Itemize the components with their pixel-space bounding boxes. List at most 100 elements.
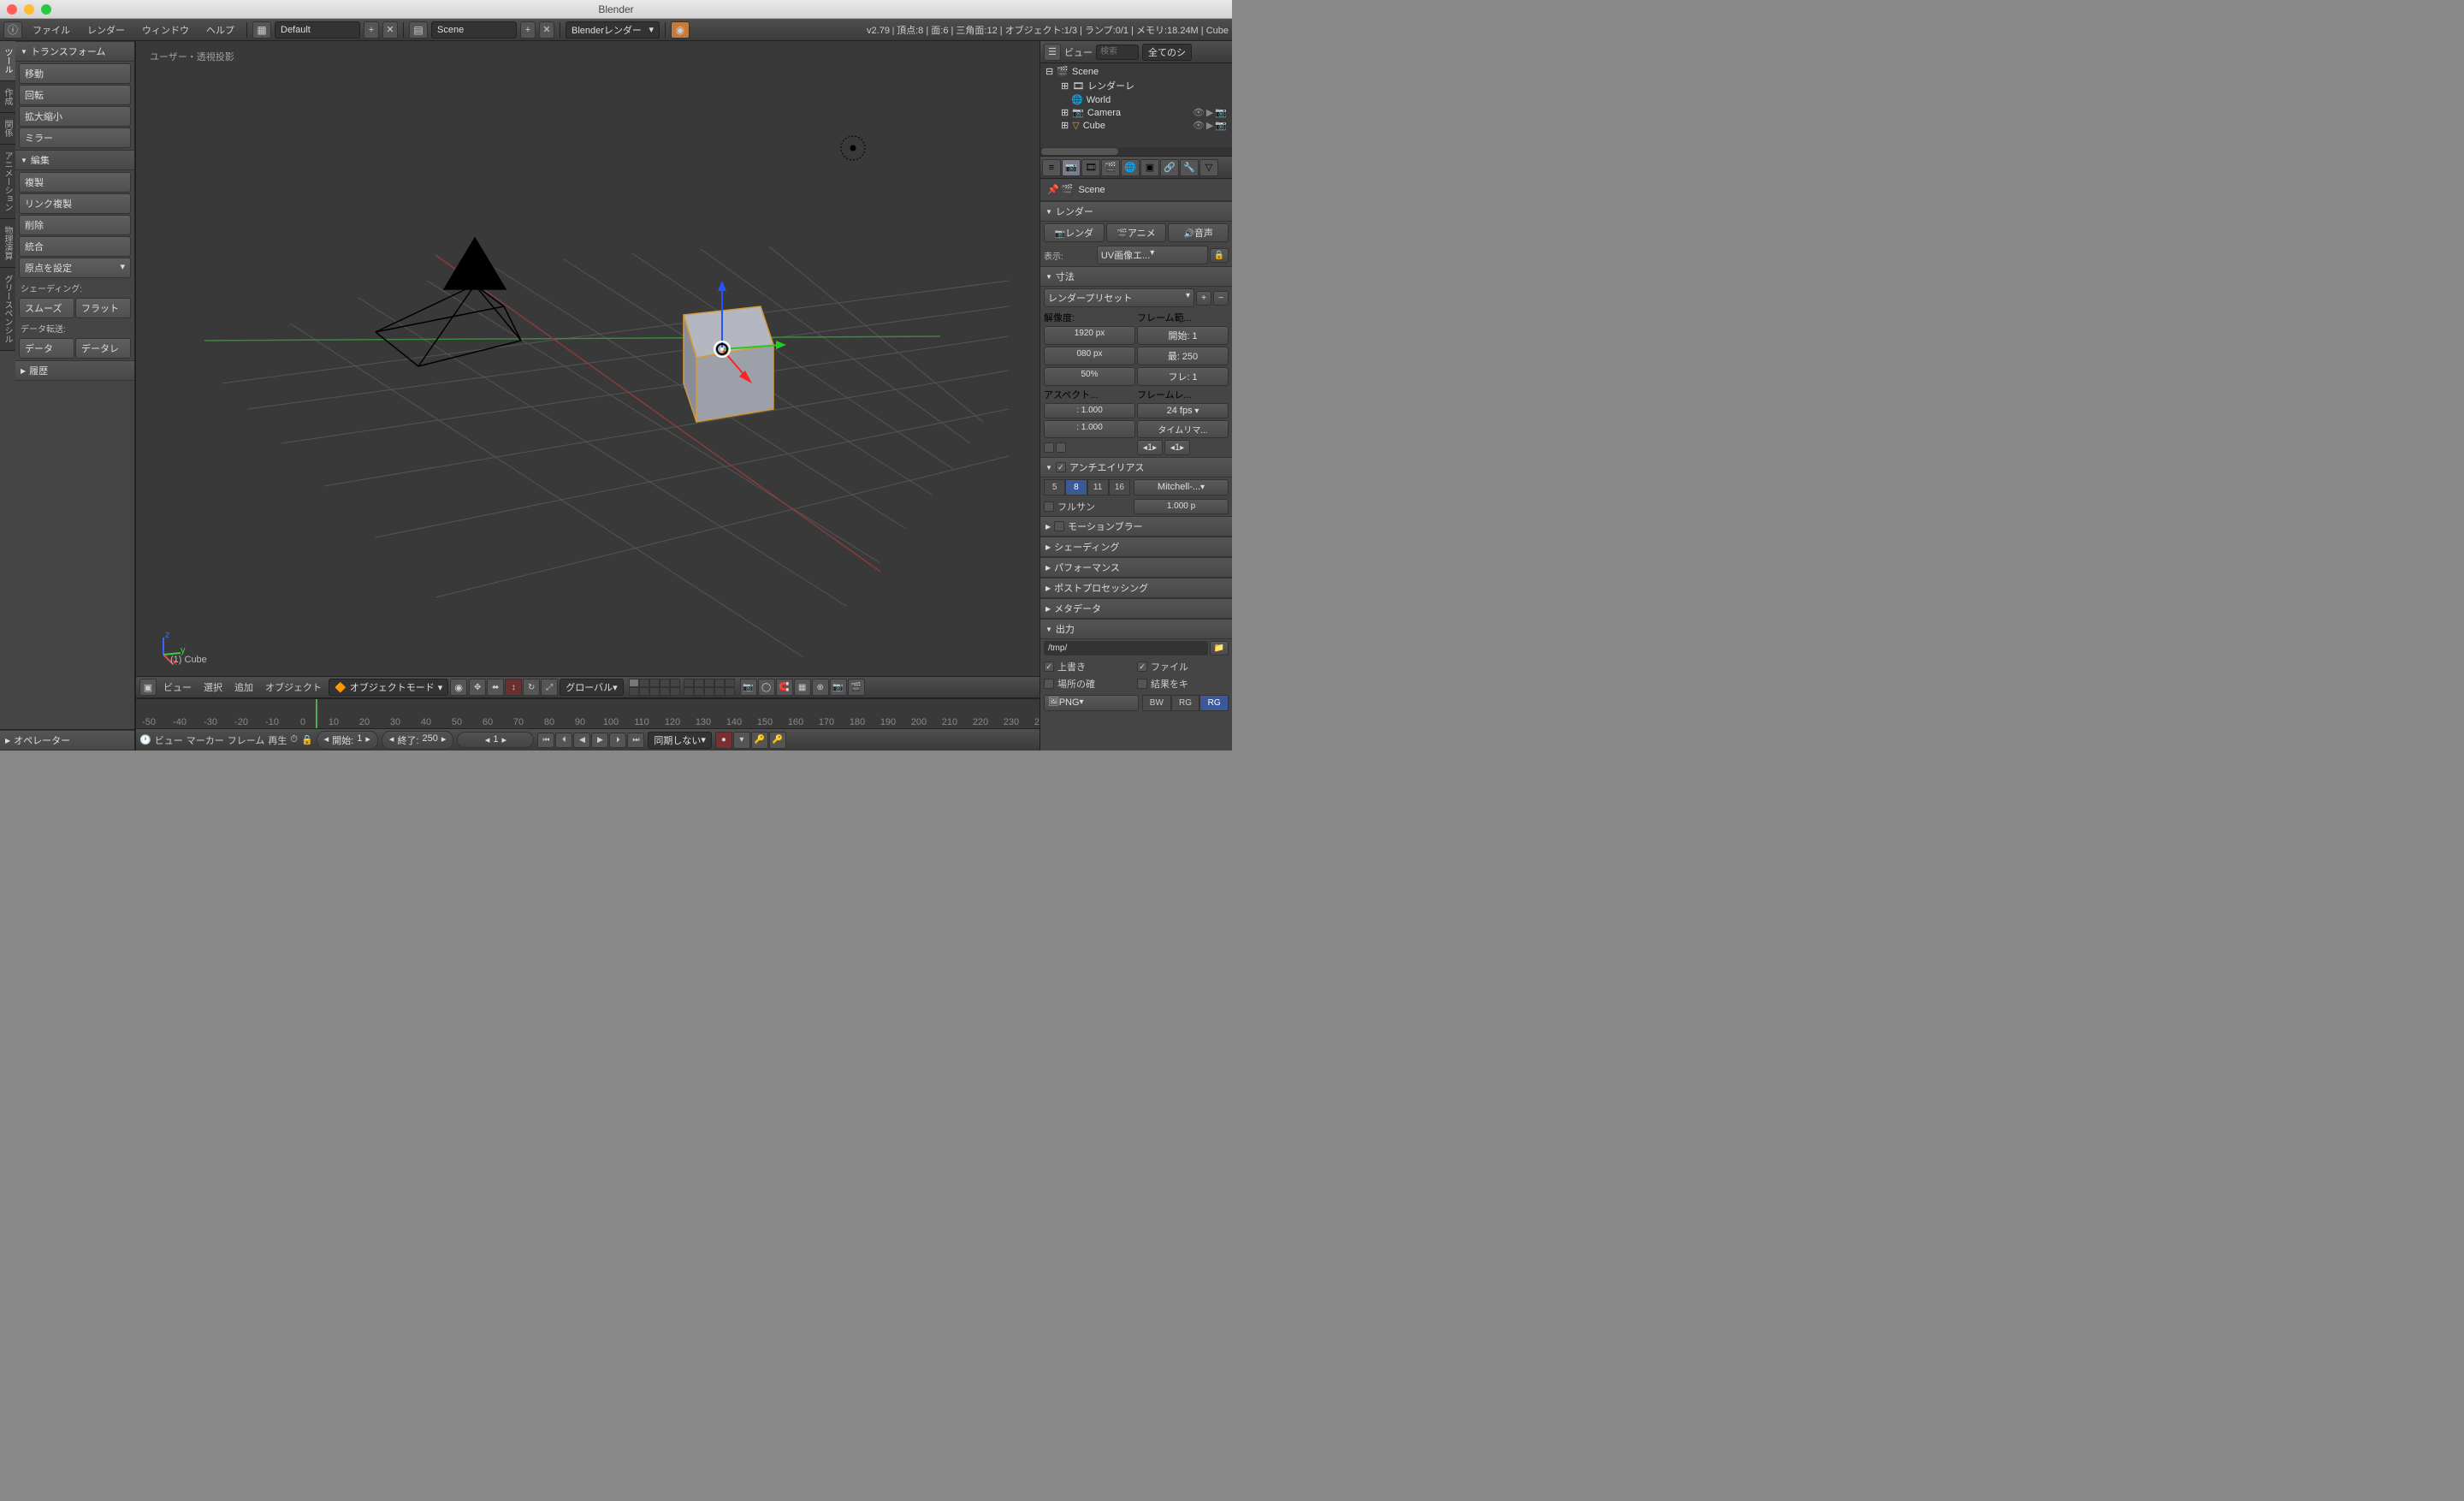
render-anim-button[interactable]: 🎬アニメ (1106, 223, 1167, 242)
tab-scene-icon[interactable]: 🎬 (1101, 159, 1120, 176)
cursor-icon[interactable]: ▶ (1206, 107, 1213, 118)
render-preset-dropdown[interactable]: レンダープリセット▾ (1044, 288, 1194, 307)
new-mapping-field[interactable]: ◂1▸ (1164, 440, 1190, 455)
output-path-field[interactable]: /tmp/ (1044, 641, 1208, 656)
zoom-window-button[interactable] (41, 4, 51, 15)
play-button[interactable]: ▶ (591, 733, 608, 748)
tab-relations[interactable]: 関係 (0, 113, 15, 145)
placeholders-checkbox[interactable]: 場所の確 (1044, 676, 1135, 691)
data-layout-button[interactable]: データレ (75, 338, 131, 359)
timeline-menu-view[interactable]: ビュー (155, 733, 183, 747)
follow-icon[interactable]: 🔒 (301, 734, 313, 745)
delete-keyframe-icon[interactable]: 🔑 (769, 732, 786, 749)
panel-render[interactable]: ▼レンダー (1040, 201, 1232, 222)
start-frame-field[interactable]: ◂開始: 1▸ (317, 731, 378, 750)
aspect-x-field[interactable]: : 1.000 (1044, 403, 1135, 418)
jump-start-button[interactable]: ⏮ (537, 733, 554, 748)
editor-type-outliner-icon[interactable]: ☰ (1044, 44, 1061, 61)
auto-keyframe-button[interactable]: ● (715, 732, 732, 749)
snap-target-icon[interactable]: ⊕ (812, 679, 829, 696)
editor-type-timeline-icon[interactable]: 🕐 (139, 734, 151, 745)
minimize-window-button[interactable] (24, 4, 34, 15)
add-layout-button[interactable]: + (364, 21, 379, 39)
close-window-button[interactable] (7, 4, 17, 15)
tab-tools[interactable]: ツール (0, 41, 15, 81)
timeline-menu-frame[interactable]: フレーム (228, 733, 265, 747)
menu-object[interactable]: オブジェクト (260, 679, 327, 696)
timeline-menu-playback[interactable]: 再生 (268, 733, 287, 747)
scale-button[interactable]: 拡大縮小 (19, 106, 131, 127)
manipulator-translate-icon[interactable]: ↕ (505, 679, 522, 696)
manipulator-rotate-icon[interactable]: ↻ (523, 679, 540, 696)
panel-header-transform[interactable]: ▼トランスフォーム (15, 41, 134, 62)
snap-element-icon[interactable]: ▦ (794, 679, 811, 696)
translate-button[interactable]: 移動 (19, 63, 131, 84)
mode-dropdown[interactable]: 🔶 オブジェクトモード ▾ (329, 679, 448, 696)
play-reverse-button[interactable]: ◀ (573, 733, 590, 748)
jump-prev-keyframe-button[interactable]: ⏴ (555, 733, 572, 748)
editor-type-3dview-icon[interactable]: ▣ (139, 679, 157, 696)
render-audio-button[interactable]: 🔊音声 (1168, 223, 1229, 242)
shade-smooth-button[interactable]: スムーズ (19, 298, 74, 318)
panel-output[interactable]: ▼出力 (1040, 619, 1232, 639)
duplicate-button[interactable]: 複製 (19, 172, 131, 193)
tree-cube[interactable]: ⊞▽ Cube👁▶📷 (1042, 119, 1230, 132)
rgb-mode-button[interactable]: RG (1171, 695, 1200, 711)
render-icon[interactable]: 📷 (1215, 120, 1227, 131)
panel-antialias[interactable]: ▼アンチエイリアス (1040, 457, 1232, 478)
add-scene-button[interactable]: + (520, 21, 536, 39)
scene-browse-icon[interactable]: ▤ (409, 21, 428, 39)
editor-type-icon[interactable]: ⓘ (3, 21, 22, 39)
panel-header-history[interactable]: ▶履歴 (15, 360, 134, 381)
opengl-render-icon[interactable]: 📷 (830, 679, 847, 696)
timeline-editor[interactable]: -50-40-30-20-100102030405060708090100110… (136, 698, 1040, 728)
res-pct-field[interactable]: 50% (1044, 367, 1135, 386)
mirror-button[interactable]: ミラー (19, 128, 131, 148)
join-button[interactable]: 統合 (19, 236, 131, 257)
timeline-menu-marker[interactable]: マーカー (187, 733, 224, 747)
remove-layout-button[interactable]: ✕ (382, 21, 398, 39)
sync-mode-dropdown[interactable]: 同期しない ▾ (648, 732, 712, 749)
set-origin-dropdown[interactable]: 原点を設定▾ (19, 258, 131, 278)
delete-button[interactable]: 削除 (19, 215, 131, 235)
duplicate-linked-button[interactable]: リンク複製 (19, 193, 131, 214)
render-engine-dropdown[interactable]: Blenderレンダー▾ (566, 21, 660, 39)
keying-set-icon[interactable]: ▾ (733, 732, 750, 749)
tab-animation[interactable]: アニメーション (0, 145, 15, 219)
remove-scene-button[interactable]: ✕ (539, 21, 554, 39)
tab-modifiers-icon[interactable]: 🔧 (1180, 159, 1199, 176)
cursor-icon[interactable]: ▶ (1206, 120, 1213, 131)
proportional-edit-icon[interactable]: ◯ (758, 679, 775, 696)
aa-5-button[interactable]: 5 (1044, 479, 1065, 495)
tree-world[interactable]: 🌐 World (1042, 93, 1230, 106)
tree-camera[interactable]: ⊞📷 Camera👁▶📷 (1042, 106, 1230, 119)
tab-render-icon[interactable]: 📷 (1062, 159, 1081, 176)
tree-renderlayers[interactable]: ⊞🎞 レンダーレ (1042, 78, 1230, 93)
tab-greasepencil[interactable]: グリースペンシル (0, 268, 15, 351)
orientation-dropdown[interactable]: グローバル ▾ (560, 679, 623, 696)
res-x-field[interactable]: 1920 px (1044, 326, 1135, 345)
tab-renderlayers-icon[interactable]: 🎞 (1081, 159, 1100, 176)
menu-add[interactable]: 追加 (229, 679, 258, 696)
outliner-scrollbar[interactable] (1040, 147, 1232, 156)
lock-camera-icon[interactable]: 📷 (740, 679, 757, 696)
eye-icon[interactable]: 👁 (1193, 120, 1205, 131)
preset-add-button[interactable]: + (1196, 291, 1211, 306)
frame-step-field[interactable]: フレ: 1 (1137, 367, 1229, 386)
panel-header-edit[interactable]: ▼編集 (15, 150, 134, 170)
insert-keyframe-icon[interactable]: 🔑 (751, 732, 768, 749)
aa-filter-size-field[interactable]: 1.000 p (1134, 499, 1229, 514)
cache-result-checkbox[interactable]: 結果をキ (1137, 676, 1229, 691)
menu-help[interactable]: ヘルプ (199, 21, 241, 39)
viewport-shading-icon[interactable]: ◉ (450, 679, 467, 696)
eye-icon[interactable]: 👁 (1193, 107, 1205, 118)
3d-viewport[interactable]: ユーザー・透視投影 (135, 41, 1040, 750)
menu-file[interactable]: ファイル (26, 21, 77, 39)
full-sample-checkbox[interactable]: フルサン (1044, 499, 1130, 514)
panel-shading[interactable]: ▶シェーディング (1040, 537, 1232, 557)
fps-dropdown[interactable]: 24 fps ▾ (1137, 403, 1229, 418)
render-image-button[interactable]: 📷レンダ (1044, 223, 1105, 242)
tree-scene[interactable]: ⊟🎬 Scene (1042, 65, 1230, 78)
panel-dimensions[interactable]: ▼寸法 (1040, 266, 1232, 287)
frame-end-field[interactable]: 最: 250 (1137, 347, 1229, 365)
